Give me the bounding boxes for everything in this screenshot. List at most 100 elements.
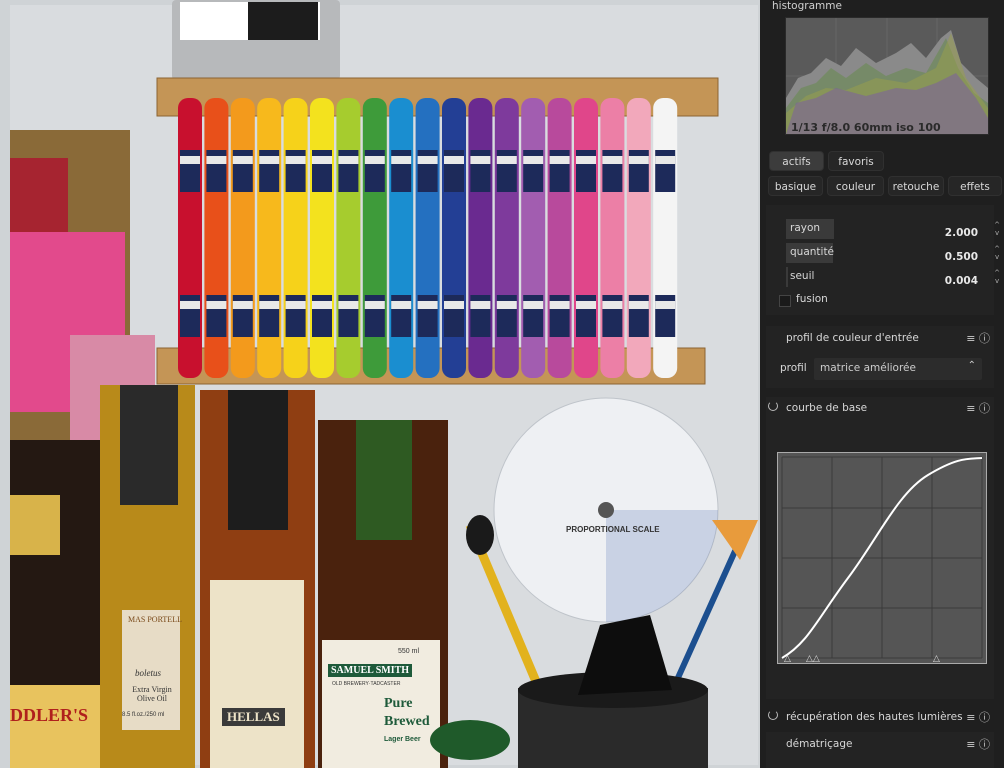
beer-brand: SAMUEL SMITH bbox=[328, 664, 413, 677]
demosaic-header[interactable]: dématriçage ≡ ⓘ bbox=[766, 734, 994, 756]
thread-band-label bbox=[496, 156, 517, 164]
select-arrows-icon: ⌃ bbox=[967, 360, 976, 371]
thread-band-label bbox=[391, 301, 412, 309]
thread-band-label bbox=[549, 301, 570, 309]
fusion-label: fusion bbox=[796, 293, 828, 305]
thread-band-label bbox=[285, 301, 306, 309]
oil-sub: boletus bbox=[135, 668, 161, 678]
thread-band-label bbox=[496, 301, 517, 309]
slider-radius-value: 2.000 bbox=[944, 227, 978, 239]
thread-band-label bbox=[470, 156, 491, 164]
thread-band-label bbox=[655, 301, 676, 309]
histogram-graph bbox=[786, 18, 988, 134]
thread-band-label bbox=[180, 301, 200, 309]
module-icons[interactable]: ≡ ⓘ bbox=[966, 736, 990, 752]
slider-threshold-fill bbox=[786, 267, 788, 287]
beer-name2: Brewed bbox=[384, 714, 430, 729]
power-icon[interactable] bbox=[768, 401, 778, 411]
tab-retouch[interactable]: retouche bbox=[888, 176, 944, 196]
profile-select[interactable]: matrice améliorée ⌃ bbox=[814, 358, 982, 380]
slider-threshold-arrows[interactable]: ^ v bbox=[994, 269, 1000, 285]
hellas-label: HELLAS bbox=[222, 708, 285, 726]
profile-label: profil bbox=[780, 362, 807, 374]
thread-band-label bbox=[338, 301, 359, 309]
beer-volume: 550 ml bbox=[398, 648, 420, 655]
tab-favorites[interactable]: favoris bbox=[828, 151, 884, 171]
thread-band-label bbox=[628, 156, 649, 164]
thread-band-label bbox=[180, 156, 200, 164]
thread-band-label bbox=[206, 301, 227, 309]
thread-band-label bbox=[549, 156, 570, 164]
highlights-header[interactable]: récupération des hautes lumières ≡ ⓘ bbox=[766, 707, 994, 729]
beer-name3: Lager Beer bbox=[384, 736, 421, 743]
thread-band-label bbox=[523, 301, 544, 309]
thread-band-label bbox=[444, 156, 464, 164]
slider-radius[interactable]: rayon 2.000 ^ v bbox=[786, 219, 1000, 239]
input-profile-title: profil de couleur d'entrée bbox=[786, 332, 919, 344]
oil-volume: 8.5 fl.oz./250 ml bbox=[122, 712, 165, 718]
svg-text:△: △ bbox=[933, 654, 940, 663]
photo-canvas bbox=[0, 0, 760, 768]
module-icons[interactable]: ≡ ⓘ bbox=[966, 400, 990, 416]
exif-info: 1/13 f/8.0 60mm iso 100 bbox=[791, 121, 941, 134]
thread-band-label bbox=[259, 301, 280, 309]
thread-band-label bbox=[628, 301, 649, 309]
base-curve-header[interactable]: courbe de base ≡ ⓘ bbox=[766, 398, 994, 420]
thread-band-label bbox=[602, 301, 623, 309]
slider-radius-arrows[interactable]: ^ v bbox=[994, 221, 1000, 237]
thread-band-label bbox=[417, 156, 438, 164]
thread-band-label bbox=[232, 156, 253, 164]
thread-band-label bbox=[364, 301, 385, 309]
slider-amount-label: quantité bbox=[790, 246, 835, 258]
thread-band-label bbox=[259, 156, 280, 164]
fusion-checkbox[interactable] bbox=[779, 295, 791, 307]
base-curve-graph[interactable]: △ △△ △ bbox=[777, 452, 987, 664]
svg-text:△△: △△ bbox=[806, 654, 820, 663]
module-icons[interactable]: ≡ ⓘ bbox=[966, 330, 990, 346]
highlights-title: récupération des hautes lumières bbox=[786, 711, 963, 723]
thread-band-label bbox=[444, 301, 464, 309]
slider-threshold[interactable]: seuil 0.004 ^ v bbox=[786, 267, 1000, 287]
thread-band-label bbox=[576, 301, 596, 309]
svg-text:△: △ bbox=[784, 654, 791, 663]
thread-band-label bbox=[523, 156, 544, 164]
thread-band-label bbox=[312, 156, 332, 164]
thread-band-label bbox=[364, 156, 385, 164]
oil-brand: MAS PORTELL bbox=[128, 615, 182, 624]
thread-band-label bbox=[391, 156, 412, 164]
slider-threshold-label: seuil bbox=[790, 270, 815, 282]
tab-color[interactable]: couleur bbox=[827, 176, 884, 196]
slider-radius-label: rayon bbox=[790, 222, 821, 234]
beer-sub: OLD BREWERY·TADCASTER bbox=[332, 681, 401, 687]
thread-band-label bbox=[470, 301, 491, 309]
beer-name1: Pure bbox=[384, 696, 413, 711]
tab-effects[interactable]: effets bbox=[948, 176, 1002, 196]
curve-canvas: △ △△ △ bbox=[778, 453, 986, 664]
histogram-title: histogramme bbox=[772, 0, 842, 12]
sharpen-module: rayon 2.000 ^ v quantité 0.500 ^ v seuil 0… bbox=[766, 205, 1000, 315]
thread-band-label bbox=[206, 156, 227, 164]
slider-amount[interactable]: quantité 0.500 ^ v bbox=[786, 243, 1000, 263]
thread-band-label bbox=[285, 156, 306, 164]
thread-band-label bbox=[232, 301, 253, 309]
slider-amount-value: 0.500 bbox=[944, 251, 978, 263]
base-curve-title: courbe de base bbox=[786, 402, 868, 414]
profile-select-value: matrice améliorée bbox=[820, 362, 916, 374]
input-profile-header[interactable]: profil de couleur d'entrée ≡ ⓘ bbox=[766, 328, 994, 350]
tab-basic[interactable]: basique bbox=[768, 176, 823, 196]
tab-active[interactable]: actifs bbox=[769, 151, 824, 171]
slider-threshold-value: 0.004 bbox=[944, 275, 978, 287]
image-preview[interactable]: PROPORTIONAL SCALE MAS PORTELL boletus E… bbox=[0, 0, 760, 768]
thread-band-label bbox=[602, 156, 623, 164]
left-bottle-label: DDLER'S bbox=[10, 705, 89, 725]
thread-band-label bbox=[417, 301, 438, 309]
slider-amount-arrows[interactable]: ^ v bbox=[994, 245, 1000, 261]
module-icons[interactable]: ≡ ⓘ bbox=[966, 709, 990, 725]
scale-title: PROPORTIONAL SCALE bbox=[566, 525, 660, 534]
power-icon[interactable] bbox=[768, 710, 778, 720]
thread-band-label bbox=[338, 156, 359, 164]
thread-band-label bbox=[655, 156, 676, 164]
thread-band-label bbox=[312, 301, 332, 309]
demosaic-title: dématriçage bbox=[786, 738, 853, 750]
histogram[interactable]: 1/13 f/8.0 60mm iso 100 bbox=[785, 17, 989, 135]
